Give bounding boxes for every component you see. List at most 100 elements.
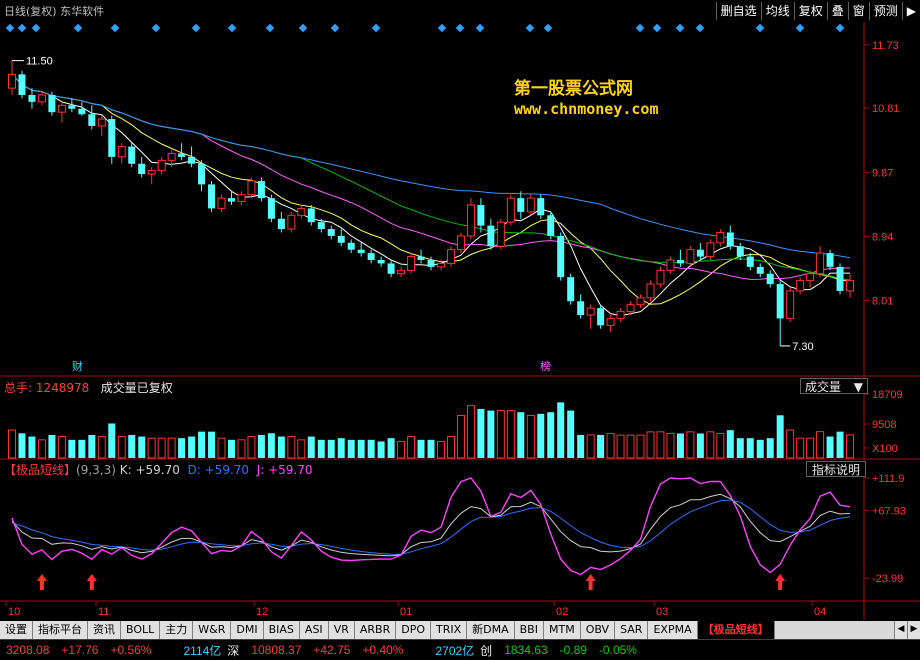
candle-body bbox=[128, 146, 136, 164]
volume-bar bbox=[487, 410, 495, 458]
event-marker-icon bbox=[455, 23, 465, 33]
candle-body bbox=[626, 304, 635, 313]
candle-body bbox=[567, 277, 575, 302]
volume-bar bbox=[796, 437, 805, 459]
tab-dmi[interactable]: DMI bbox=[231, 621, 264, 639]
volume-bar bbox=[407, 436, 416, 459]
event-marker-icon bbox=[475, 23, 485, 33]
tab-expma[interactable]: EXPMA bbox=[648, 621, 698, 639]
candle-body bbox=[557, 235, 565, 278]
tab-settings[interactable]: 设置 bbox=[0, 621, 33, 639]
tab-bias[interactable]: BIAS bbox=[263, 621, 300, 639]
tab-obv[interactable]: OBV bbox=[580, 621, 616, 639]
indicator-name: 【极品短线】 bbox=[4, 463, 77, 477]
tab-bbi[interactable]: BBI bbox=[514, 621, 544, 639]
volume-bar bbox=[367, 439, 375, 458]
time-tick-label: 04 bbox=[814, 606, 826, 618]
volume-bar bbox=[826, 436, 834, 458]
volume-header: 总手: 1248978 成交量已复权 bbox=[4, 379, 173, 396]
volume-bar bbox=[28, 436, 36, 458]
time-tick-label: 01 bbox=[400, 606, 412, 618]
event-marker-icon bbox=[755, 23, 765, 33]
volume-bar bbox=[716, 432, 725, 459]
candle-body bbox=[347, 242, 355, 250]
scroll-left-icon[interactable]: ◀ bbox=[894, 621, 907, 639]
event-marker-icon bbox=[110, 23, 120, 33]
volume-bar bbox=[597, 434, 605, 458]
candle-body bbox=[78, 108, 86, 115]
volume-indicator-select[interactable]: 成交量 ▼ bbox=[800, 378, 868, 394]
event-marker-icon bbox=[835, 23, 845, 33]
tab-trix[interactable]: TRIX bbox=[430, 621, 468, 639]
volume-bar bbox=[736, 438, 744, 458]
candle-body bbox=[736, 246, 744, 257]
sh-amount: 2114亿 bbox=[183, 643, 222, 658]
volume-bar bbox=[287, 436, 296, 459]
candle-body bbox=[656, 269, 665, 285]
candle-body bbox=[746, 256, 754, 267]
candle-body bbox=[666, 259, 675, 271]
tab-news[interactable]: 资讯 bbox=[88, 621, 121, 639]
time-tick-label: 02 bbox=[556, 606, 568, 618]
volume-bar bbox=[237, 439, 246, 459]
tab-boll[interactable]: BOLL bbox=[121, 621, 161, 639]
cy-index[interactable]: 1834.63 bbox=[498, 643, 553, 657]
scroll-right-icon[interactable]: ▶ bbox=[907, 621, 920, 639]
stock-chart[interactable]: 11.73 10.81 9.87 8.94 8.01 11.50 7.30 财 榜 18709 95… bbox=[0, 0, 920, 621]
candle-body bbox=[477, 205, 485, 226]
indicator-explain-button[interactable]: 指标说明 bbox=[806, 461, 866, 477]
ranking-tag: 榜 bbox=[540, 359, 551, 373]
tab-jipin-duanxian[interactable]: 【极品短线】 bbox=[697, 621, 775, 639]
volume-bar bbox=[806, 437, 815, 459]
tab-mtm[interactable]: MTM bbox=[543, 621, 581, 639]
high-price-label: 11.50 bbox=[26, 56, 53, 68]
volume-bar bbox=[208, 431, 216, 458]
candle-body bbox=[466, 204, 475, 237]
tab-dpo[interactable]: DPO bbox=[396, 621, 431, 639]
tab-asi[interactable]: ASI bbox=[299, 621, 329, 639]
tab-wr[interactable]: W&R bbox=[193, 621, 232, 639]
candle-body bbox=[517, 198, 525, 212]
candle-body bbox=[287, 214, 296, 230]
candle-body bbox=[88, 114, 96, 126]
price-tick-label: 11.73 bbox=[872, 40, 899, 52]
sz-change: +42.75 bbox=[313, 643, 351, 657]
volume-bar bbox=[97, 436, 106, 459]
finance-tag: 财 bbox=[72, 359, 83, 373]
candle-body bbox=[108, 119, 116, 157]
candle-body bbox=[676, 260, 684, 264]
volume-bar bbox=[446, 436, 455, 459]
candle-body bbox=[446, 249, 455, 264]
event-marker-icon bbox=[227, 23, 237, 33]
tab-sar[interactable]: SAR bbox=[615, 621, 649, 639]
volume-tick-label: 9508 bbox=[872, 419, 896, 431]
indicator-tab-bar: 设置 指标平台 资讯 BOLL 主力 W&R DMI BIAS ASI VR A… bbox=[0, 621, 920, 639]
volume-tick-label: 18709 bbox=[872, 389, 903, 401]
volume-bar bbox=[666, 432, 675, 459]
cy-pct: -0.05% bbox=[598, 643, 637, 657]
sz-index[interactable]: 10808.37 bbox=[245, 643, 307, 657]
event-marker-icon bbox=[675, 23, 685, 33]
event-marker-icon bbox=[17, 23, 27, 33]
tab-new-dma[interactable]: 新DMA bbox=[467, 621, 515, 639]
buy-arrow-icon bbox=[36, 574, 47, 590]
volume-bar bbox=[456, 414, 465, 459]
tab-indicator-platform[interactable]: 指标平台 bbox=[33, 621, 88, 639]
sh-index[interactable]: 3208.08 bbox=[0, 643, 55, 657]
tab-main-force[interactable]: 主力 bbox=[160, 621, 194, 639]
volume-bar bbox=[436, 440, 445, 459]
volume-bar bbox=[337, 438, 345, 458]
event-marker-icon bbox=[5, 23, 15, 33]
indicator-params: (9,3,3) bbox=[76, 463, 116, 477]
volume-bar bbox=[766, 438, 774, 458]
volume-bar bbox=[78, 439, 86, 458]
price-tick-label: 9.87 bbox=[872, 168, 893, 180]
tab-vr[interactable]: VR bbox=[328, 621, 355, 639]
ma-line bbox=[11, 74, 850, 317]
tab-arbr[interactable]: ARBR bbox=[354, 621, 397, 639]
volume-bar bbox=[317, 439, 325, 458]
candle-body bbox=[806, 273, 815, 282]
volume-bar bbox=[417, 439, 425, 458]
candle-body bbox=[456, 235, 465, 251]
candle-body bbox=[367, 253, 375, 260]
